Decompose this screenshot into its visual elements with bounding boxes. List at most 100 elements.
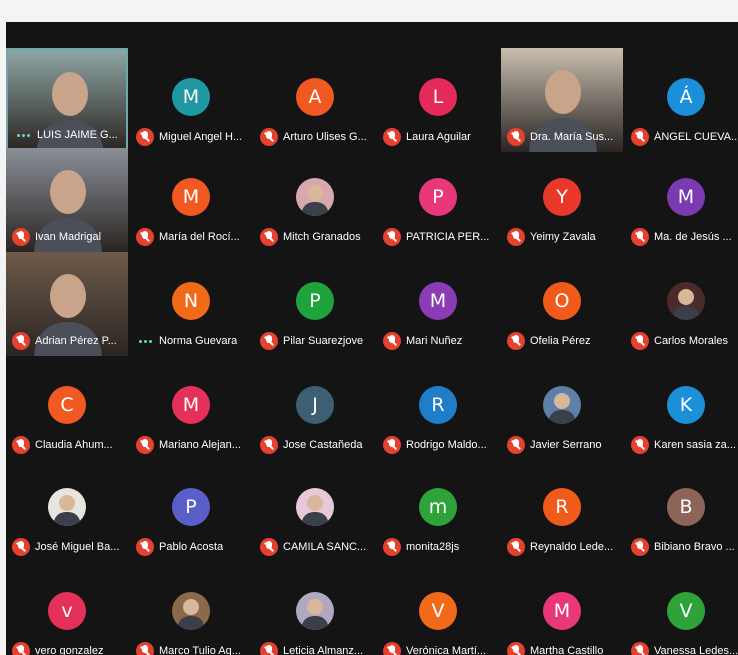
- participant-tile[interactable]: m monita28js: [377, 458, 499, 562]
- initial-avatar: J: [296, 386, 334, 424]
- participant-name: ÁNGEL CUEVA...: [654, 131, 738, 143]
- initial-avatar: M: [172, 386, 210, 424]
- participant-tile[interactable]: v vero gonzalez: [6, 562, 128, 655]
- participant-tile[interactable]: P PATRICIA PER...: [377, 148, 499, 252]
- participant-name: Rodrigo Maldo...: [406, 439, 487, 451]
- participant-label: Laura Aguilar: [383, 128, 497, 146]
- participant-label: vero gonzalez: [12, 642, 126, 655]
- participant-tile[interactable]: M Martha Castillo: [501, 562, 623, 655]
- profile-photo-icon: [177, 599, 205, 630]
- participant-label: PATRICIA PER...: [383, 228, 497, 246]
- profile-photo: [296, 592, 334, 630]
- participant-name: Laura Aguilar: [406, 131, 471, 143]
- participant-tile[interactable]: M Mariano Alejan...: [130, 356, 252, 460]
- mic-muted-icon: [383, 642, 401, 655]
- participant-tile[interactable]: Ivan Madrigal: [6, 148, 128, 252]
- participant-name: Vanessa Ledes...: [654, 645, 738, 655]
- participant-tile[interactable]: C Claudia Ahum...: [6, 356, 128, 460]
- participant-name: Norma Guevara: [159, 335, 238, 347]
- participant-tile[interactable]: R Reynaldo Lede...: [501, 458, 623, 562]
- participant-label: Reynaldo Lede...: [507, 538, 621, 556]
- participant-tile[interactable]: Mitch Granados: [254, 148, 376, 252]
- participant-tile[interactable]: Dra. María Sus...: [501, 48, 623, 152]
- participant-tile[interactable]: Marco Tulio Ag...: [130, 562, 252, 655]
- participant-tile[interactable]: CAMILA SANC...: [254, 458, 376, 562]
- participant-tile[interactable]: P Pilar Suarezjove: [254, 252, 376, 356]
- initial-avatar: A: [296, 78, 334, 116]
- mic-muted-icon: [631, 436, 649, 454]
- mic-muted-icon: [631, 538, 649, 556]
- participant-tile[interactable]: P Pablo Acosta: [130, 458, 252, 562]
- participant-name: Pilar Suarezjove: [283, 335, 364, 347]
- initial-avatar: v: [48, 592, 86, 630]
- mic-muted-icon: [631, 332, 649, 350]
- mic-muted-icon: [260, 332, 278, 350]
- participant-name: LUIS JAIME G...: [37, 129, 118, 141]
- participant-tile[interactable]: Carlos Morales: [625, 252, 738, 356]
- participant-tile[interactable]: J Jose Castañeda: [254, 356, 376, 460]
- participant-tile[interactable]: M Mari Nuñez: [377, 252, 499, 356]
- participant-tile[interactable]: Leticia Almanz...: [254, 562, 376, 655]
- participant-tile[interactable]: N Norma Guevara: [130, 252, 252, 356]
- participant-name: Arturo Ulises G...: [283, 131, 367, 143]
- participant-tile[interactable]: Adrian Pérez P...: [6, 252, 128, 356]
- initial-avatar: L: [419, 78, 457, 116]
- profile-photo: [48, 488, 86, 526]
- participant-tile[interactable]: K Karen sasia za...: [625, 356, 738, 460]
- participant-tile[interactable]: LUIS JAIME G...: [6, 48, 128, 152]
- participant-tile[interactable]: R Rodrigo Maldo...: [377, 356, 499, 460]
- participant-tile[interactable]: Y Yeimy Zavala: [501, 148, 623, 252]
- participant-label: Jose Castañeda: [260, 436, 374, 454]
- participant-name: monita28js: [406, 541, 460, 553]
- profile-photo-icon: [301, 185, 329, 216]
- participant-name: vero gonzalez: [35, 645, 104, 655]
- participant-tile[interactable]: O Ofelia Pérez: [501, 252, 623, 356]
- participant-label: Pilar Suarezjove: [260, 332, 374, 350]
- participant-tile[interactable]: M Ma. de Jesús ...: [625, 148, 738, 252]
- participant-grid: LUIS JAIME G... M Miguel Angel H... A Arturo…: [6, 22, 738, 655]
- mic-muted-icon: [507, 228, 525, 246]
- mic-muted-icon: [631, 228, 649, 246]
- participant-label: CAMILA SANC...: [260, 538, 374, 556]
- participant-label: Miguel Angel H...: [136, 128, 250, 146]
- initial-avatar: R: [543, 488, 581, 526]
- profile-photo-icon: [53, 495, 81, 526]
- initial-avatar: P: [296, 282, 334, 320]
- participant-tile[interactable]: V Vanessa Ledes...: [625, 562, 738, 655]
- participant-label: Karen sasia za...: [631, 436, 738, 454]
- participant-tile[interactable]: L Laura Aguilar: [377, 48, 499, 152]
- participant-name: Mitch Granados: [283, 231, 361, 243]
- participant-name: Mariano Alejan...: [159, 439, 241, 451]
- initial-avatar: V: [667, 592, 705, 630]
- participant-tile[interactable]: A Arturo Ulises G...: [254, 48, 376, 152]
- participant-label: Arturo Ulises G...: [260, 128, 374, 146]
- mic-muted-icon: [136, 642, 154, 655]
- participant-tile[interactable]: Á ÁNGEL CUEVA...: [625, 48, 738, 152]
- initial-avatar: Y: [543, 178, 581, 216]
- participant-tile[interactable]: B Bibiano Bravo ...: [625, 458, 738, 562]
- initial-avatar: N: [172, 282, 210, 320]
- initial-avatar: M: [172, 178, 210, 216]
- mic-muted-icon: [383, 228, 401, 246]
- mic-muted-icon: [136, 436, 154, 454]
- mic-muted-icon: [507, 436, 525, 454]
- mic-muted-icon: [631, 128, 649, 146]
- participant-name: Leticia Almanz...: [283, 645, 364, 655]
- participant-tile[interactable]: José Miguel Ba...: [6, 458, 128, 562]
- participant-tile[interactable]: M María del Rocí...: [130, 148, 252, 252]
- participant-tile[interactable]: M Miguel Angel H...: [130, 48, 252, 152]
- participant-tile[interactable]: Javier Serrano: [501, 356, 623, 460]
- mic-muted-icon: [12, 642, 30, 655]
- participant-label: Adrian Pérez P...: [12, 332, 126, 350]
- participant-name: Martha Castillo: [530, 645, 604, 655]
- participant-name: Miguel Angel H...: [159, 131, 243, 143]
- initial-avatar: M: [419, 282, 457, 320]
- participant-label: Ivan Madrigal: [12, 228, 126, 246]
- mic-muted-icon: [507, 128, 525, 146]
- participant-label: Carlos Morales: [631, 332, 738, 350]
- participant-tile[interactable]: V Verónica Martí...: [377, 562, 499, 655]
- participant-label: Verónica Martí...: [383, 642, 497, 655]
- participant-name: María del Rocí...: [159, 231, 240, 243]
- initial-avatar: R: [419, 386, 457, 424]
- participant-name: Jose Castañeda: [283, 439, 363, 451]
